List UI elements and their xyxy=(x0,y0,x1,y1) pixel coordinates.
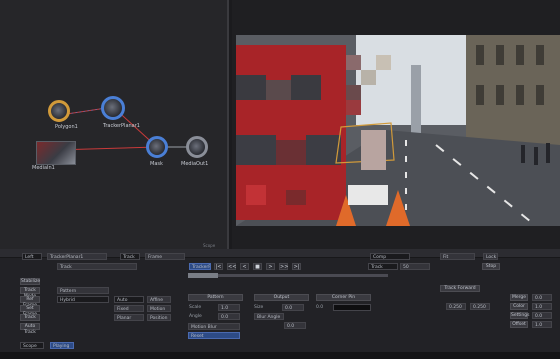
track-back-button[interactable]: < xyxy=(240,263,249,270)
mid-value-7[interactable]: Position xyxy=(147,314,171,321)
right-val-0[interactable]: 0.0 xyxy=(532,294,552,301)
mid-value-6[interactable]: Motion xyxy=(147,305,171,312)
corner-pin-field[interactable] xyxy=(333,304,371,311)
angle-label: Angle xyxy=(189,314,202,319)
center-header-pattern[interactable]: Pattern xyxy=(188,294,243,301)
frame-field[interactable]: Frame xyxy=(145,253,185,260)
track-forward-button[interactable]: > xyxy=(266,263,275,270)
left-btn-2[interactable]: Ref Frame xyxy=(20,296,40,308)
center-header-output[interactable]: Output xyxy=(254,294,309,301)
node-mask-label: Mask xyxy=(150,161,163,167)
right-btn-settings[interactable]: Settings xyxy=(510,312,529,319)
left-btn-4[interactable]: Track xyxy=(20,314,40,321)
track-stop-button[interactable]: ■ xyxy=(253,263,262,270)
right-btn-merge[interactable]: Merge xyxy=(510,294,528,301)
right-val-3[interactable]: 1.0 xyxy=(532,321,552,328)
track-first-button[interactable]: |< xyxy=(214,263,223,270)
mid-value-2[interactable]: Auto xyxy=(114,296,144,303)
status-bar xyxy=(0,352,560,359)
step-field-1[interactable]: 0.250 xyxy=(470,303,490,310)
left-btn-3[interactable]: Set Frame xyxy=(20,305,40,317)
mid-value-5[interactable]: Affine xyxy=(147,296,171,303)
status-field[interactable]: Playing xyxy=(50,342,74,349)
node-polygon[interactable] xyxy=(48,100,70,122)
right-btn-offset[interactable]: Offset xyxy=(510,321,528,328)
left-btn-1[interactable]: Track Mode xyxy=(20,287,40,299)
node-merge[interactable] xyxy=(146,136,168,158)
track-fast-forward-button[interactable]: >> xyxy=(279,263,288,270)
track-last-button[interactable]: >| xyxy=(292,263,301,270)
node-mediaout-label: MediaOut1 xyxy=(181,161,209,167)
left-value-0[interactable]: Pattern xyxy=(57,287,109,294)
scope-label: Scope xyxy=(203,243,216,248)
node-polygon-label: Polygon1 xyxy=(55,124,78,130)
corner-pin-label: 0.0 xyxy=(316,305,324,310)
viewer-image[interactable] xyxy=(236,35,560,226)
node-mediaout[interactable] xyxy=(186,136,208,158)
node-tracker-label: TrackerPlanar1 xyxy=(103,123,140,129)
left-value-1[interactable]: Hybrid xyxy=(57,296,109,303)
left-btn-5[interactable]: Auto Track xyxy=(20,323,40,335)
frame-value-field[interactable]: 50 xyxy=(400,263,430,270)
left-btn-0[interactable]: Stabilize xyxy=(20,278,40,285)
range-slider[interactable] xyxy=(188,274,388,277)
scale-label: Scale xyxy=(189,305,202,310)
scope-field[interactable]: Scope xyxy=(20,342,44,349)
range-field[interactable]: TrackerPlanar1 xyxy=(189,263,211,270)
node-editor-panel[interactable]: Polygon1 TrackerPlanar1 MediaIn1 Mask Me… xyxy=(0,0,229,249)
track-mode-field[interactable]: Track xyxy=(368,263,398,270)
node-tracker-planar[interactable] xyxy=(101,96,125,120)
reset-field[interactable]: Reset xyxy=(188,332,240,339)
angle-field[interactable]: 0.0 xyxy=(218,313,240,320)
node-mediain-thumbnail[interactable] xyxy=(36,141,76,165)
right-val-2[interactable]: 0.0 xyxy=(532,312,552,319)
range-slider-handle[interactable] xyxy=(188,273,218,278)
tracker-name-field[interactable]: TrackerPlanar1 xyxy=(47,253,107,260)
mid-value-4[interactable]: Planar xyxy=(114,314,144,321)
right-value-field[interactable]: Comp xyxy=(370,253,410,260)
size-field[interactable]: 0.0 xyxy=(282,304,304,311)
left-field[interactable]: Left xyxy=(22,253,42,260)
size-label: Size xyxy=(254,305,264,310)
zoom-field[interactable]: Fit xyxy=(440,253,475,260)
lock-field[interactable]: Lock xyxy=(483,253,498,260)
track-rewind-button[interactable]: << xyxy=(227,263,236,270)
street-bus-image xyxy=(236,35,560,226)
blur-value-field[interactable]: 0.0 xyxy=(284,322,306,329)
track-forward-panel[interactable]: Track Forward xyxy=(440,285,480,292)
motion-blur-field[interactable]: Motion Blur xyxy=(188,323,240,330)
mid-value-3[interactable]: Fixed xyxy=(114,305,144,312)
method-field[interactable]: Track xyxy=(120,253,140,260)
operation-field[interactable]: Track xyxy=(57,263,137,270)
center-header-corner-pin[interactable]: Corner Pin xyxy=(316,294,371,301)
blur-angle-field[interactable]: Blur Angle xyxy=(254,313,284,320)
node-mediain-label: MediaIn1 xyxy=(32,165,55,171)
step-field-0[interactable]: 0.250 xyxy=(446,303,466,310)
stop-button[interactable]: Stop xyxy=(482,263,500,270)
scale-field[interactable]: 1.0 xyxy=(218,304,240,311)
right-btn-color[interactable]: Color xyxy=(510,303,528,310)
right-val-1[interactable]: 1.0 xyxy=(532,303,552,310)
